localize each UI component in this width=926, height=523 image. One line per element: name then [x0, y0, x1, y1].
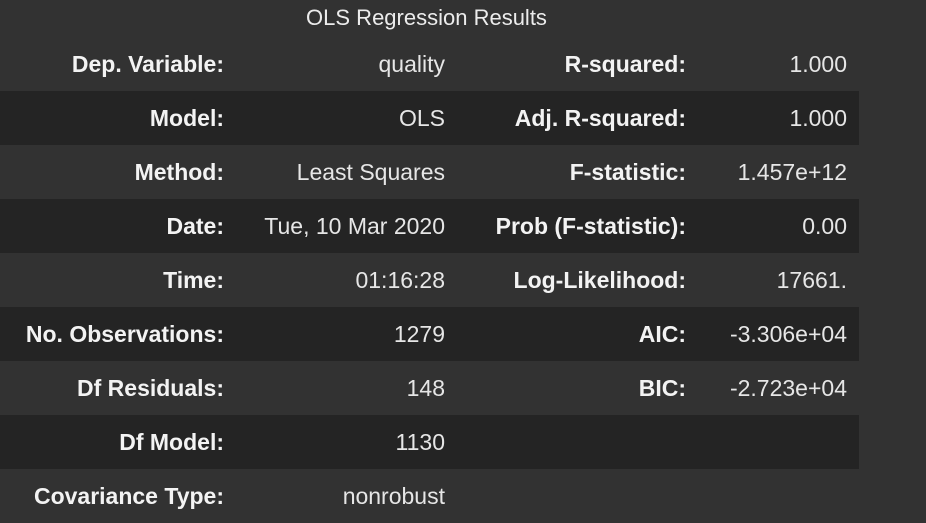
row-label: Covariance Type: [33, 483, 224, 509]
row-label: Log-Likelihood: [513, 267, 686, 293]
table-row: Df Model: 1130 [0, 415, 859, 469]
row-value: 148 [406, 375, 445, 401]
row-label: BIC: [638, 375, 686, 401]
row-label: Prob (F-statistic): [495, 213, 686, 239]
ols-results-table: Dep. Variable: quality R-squared: 1.000 … [0, 37, 859, 523]
row-value: Tue, 10 Mar 2020 [264, 213, 445, 239]
row-value: 0.00 [802, 213, 847, 239]
table-row: Dep. Variable: quality R-squared: 1.000 [0, 37, 859, 91]
table-row: Time: 01:16:28 Log-Likelihood: 17661. [0, 253, 859, 307]
table-row: No. Observations: 1279 AIC: -3.306e+04 [0, 307, 859, 361]
row-label: Date: [166, 213, 224, 239]
row-value: 1130 [395, 429, 445, 455]
row-value: 1279 [393, 321, 445, 347]
row-value: OLS [398, 105, 445, 131]
row-label: Time: [163, 267, 224, 293]
row-value: 01:16:28 [355, 267, 445, 293]
row-value: quality [378, 51, 445, 77]
table-title: OLS Regression Results [306, 5, 547, 30]
row-label: R-squared: [564, 51, 686, 77]
row-label: Dep. Variable: [71, 51, 224, 77]
table-row: Df Residuals: 148 BIC: -2.723e+04 [0, 361, 859, 415]
table-row: Covariance Type: nonrobust [0, 469, 859, 523]
row-value: -2.723e+04 [729, 375, 847, 401]
row-value: 1.000 [789, 51, 847, 77]
row-label: Df Model: [119, 429, 224, 455]
table-row: Method: Least Squares F-statistic: 1.457… [0, 145, 859, 199]
row-value [690, 469, 847, 523]
row-value: 17661. [776, 267, 847, 293]
row-label: Model: [149, 105, 224, 131]
row-value [690, 415, 847, 469]
row-label: Adj. R-squared: [514, 105, 686, 131]
table-row: Date: Tue, 10 Mar 2020 Prob (F-statistic… [0, 199, 859, 253]
row-label: F-statistic: [569, 159, 686, 185]
row-label: Df Residuals: [77, 375, 224, 401]
row-label [452, 469, 686, 523]
row-value: nonrobust [342, 483, 445, 509]
row-label [452, 415, 686, 469]
row-value: 1.457e+12 [737, 159, 847, 185]
row-label: No. Observations: [25, 321, 224, 347]
row-value: Least Squares [296, 159, 445, 185]
table-row: Model: OLS Adj. R-squared: 1.000 [0, 91, 859, 145]
row-label: Method: [134, 159, 224, 185]
row-value: -3.306e+04 [729, 321, 847, 347]
row-value: 1.000 [789, 105, 847, 131]
row-label: AIC: [638, 321, 686, 347]
